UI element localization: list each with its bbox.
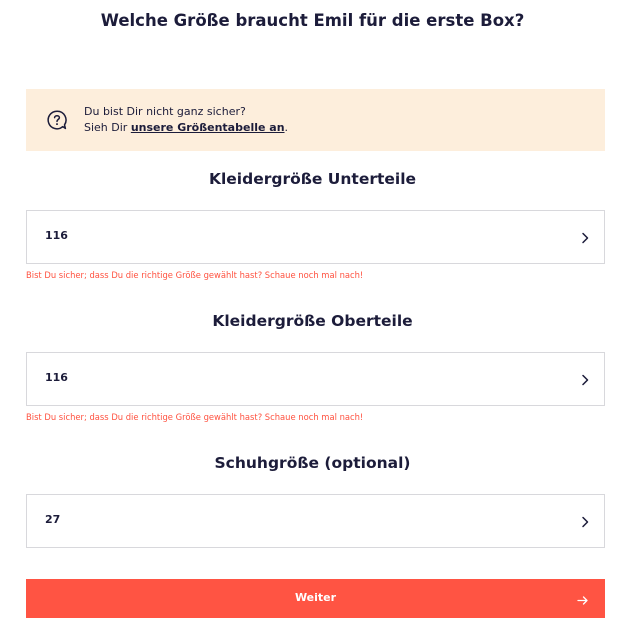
next-button-label: Weiter — [294, 591, 337, 604]
shoe-size-heading: Schuhgröße (optional) — [214, 454, 411, 472]
chevron-right-icon — [578, 230, 592, 244]
shoe-size-select[interactable]: 27 — [26, 494, 605, 548]
hint-text: Du bist Dir nicht ganz sicher? Sieh Dir … — [84, 104, 288, 136]
bottoms-size-heading: Kleidergröße Unterteile — [208, 170, 417, 188]
hint-line-2-suffix: . — [284, 121, 289, 134]
question-bubble-icon — [46, 109, 68, 131]
arrow-right-icon — [576, 592, 589, 605]
size-chart-link[interactable]: unsere Größentabelle an — [131, 121, 285, 134]
size-hint-box: Du bist Dir nicht ganz sicher? Sieh Dir … — [26, 89, 605, 151]
chevron-right-icon — [578, 514, 592, 528]
bottoms-size-select[interactable]: 116 — [26, 210, 605, 264]
page-title: Welche Größe braucht Emil für die erste … — [100, 11, 525, 30]
chevron-right-icon — [578, 372, 592, 386]
hint-line-2-prefix: Sieh Dir — [84, 121, 131, 134]
bottoms-size-error: Bist Du sicher; dass Du die richtige Grö… — [26, 270, 364, 280]
tops-size-select[interactable]: 116 — [26, 352, 605, 406]
hint-line-1: Du bist Dir nicht ganz sicher? — [84, 105, 246, 118]
shoe-size-value: 27 — [45, 513, 61, 526]
hint-line-2: Sieh Dir unsere Größentabelle an. — [84, 120, 288, 136]
next-button[interactable]: Weiter — [26, 579, 605, 618]
tops-size-error: Bist Du sicher; dass Du die richtige Grö… — [26, 412, 364, 422]
bottoms-size-value: 116 — [45, 229, 68, 242]
tops-size-value: 116 — [45, 371, 68, 384]
tops-size-heading: Kleidergröße Oberteile — [212, 312, 413, 330]
